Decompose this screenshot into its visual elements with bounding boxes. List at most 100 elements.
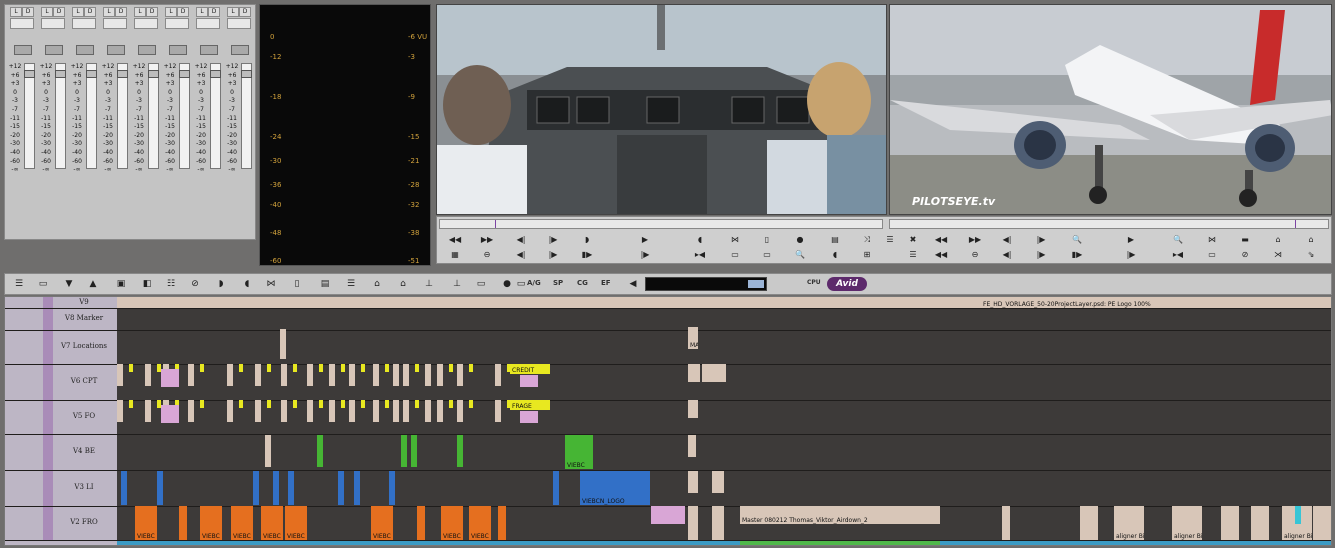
channel-display-button[interactable]: D <box>53 7 65 17</box>
v6-title-clip[interactable] <box>161 369 179 387</box>
v6-clip[interactable] <box>457 364 463 386</box>
monitor-control-icon[interactable]: ● <box>792 235 808 245</box>
v2-clip[interactable]: VIEBC <box>285 506 307 540</box>
v5-clip[interactable] <box>349 400 355 422</box>
v6-marker-clip[interactable] <box>129 364 133 372</box>
channel-display-button[interactable]: D <box>84 7 96 17</box>
v2-clip[interactable] <box>417 506 425 540</box>
v2-aligner-clip[interactable]: aligner Bin <box>1172 506 1202 540</box>
monitor-control-icon[interactable]: ◖ <box>692 235 708 245</box>
v5-clip[interactable] <box>425 400 431 422</box>
v2-clip[interactable]: VIEBC <box>469 506 491 540</box>
source-position-indicator[interactable] <box>495 220 496 228</box>
channel-fader[interactable] <box>24 63 35 169</box>
record-monitor[interactable]: PILOTSEYE.tv <box>889 4 1332 215</box>
v2-clip[interactable] <box>179 506 187 540</box>
v2-master-clip[interactable]: Master 080212 Thomas_Viktor_Airdown_2 <box>740 506 940 524</box>
v5-marker-clip[interactable] <box>319 400 323 408</box>
timeline-zoom-handle[interactable] <box>748 280 764 288</box>
v5-marker-clip[interactable] <box>415 400 419 408</box>
timeline-scroll-display[interactable] <box>645 277 767 291</box>
fader-knob[interactable] <box>148 70 159 78</box>
v2-clip[interactable]: VIEBC <box>231 506 253 540</box>
v6-marker-clip[interactable] <box>200 364 204 372</box>
v6-marker-clip[interactable] <box>293 364 297 372</box>
channel-solo-button[interactable] <box>14 45 32 55</box>
v5-clip[interactable] <box>495 400 501 422</box>
timeline-tool-icon[interactable]: ☰ <box>343 278 359 290</box>
monitor-control-icon[interactable]: ◀| <box>999 250 1015 260</box>
track-select-button[interactable] <box>43 506 53 540</box>
monitor-control-icon[interactable]: 🔍 <box>1069 235 1085 245</box>
v4-clip[interactable] <box>457 435 463 467</box>
channel-fader[interactable] <box>117 63 128 169</box>
channel-fader[interactable] <box>148 63 159 169</box>
track-select-button[interactable] <box>43 330 53 364</box>
v2-clip[interactable]: VIEBC <box>371 506 393 540</box>
track-select-button[interactable] <box>43 470 53 506</box>
channel-solo-button[interactable] <box>200 45 218 55</box>
monitor-control-icon[interactable]: ⌂ <box>1303 235 1319 245</box>
v3-ma-clip[interactable] <box>712 471 724 493</box>
channel-solo-button[interactable] <box>107 45 125 55</box>
timeline-tool-icon[interactable]: ◖ <box>239 278 255 290</box>
channel-display-button[interactable]: D <box>22 7 34 17</box>
v2-clip[interactable]: VIEBC <box>200 506 222 540</box>
channel-solo-button[interactable] <box>169 45 187 55</box>
record-position-bar[interactable] <box>889 219 1329 229</box>
channel-pan-field[interactable] <box>72 18 96 29</box>
v2-title-clip[interactable] <box>651 506 685 524</box>
monitor-control-icon[interactable]: ▯ <box>759 235 775 245</box>
track-name[interactable]: V9 <box>55 298 113 306</box>
v3-clip[interactable] <box>338 471 344 505</box>
v5-clip[interactable] <box>281 400 287 422</box>
monitor-control-icon[interactable]: |▶ <box>1123 250 1139 260</box>
channel-fader[interactable] <box>210 63 221 169</box>
channel-fader[interactable] <box>179 63 190 169</box>
v6-marker-clip[interactable] <box>239 364 243 372</box>
v6-clip[interactable] <box>307 364 313 386</box>
monitor-control-icon[interactable]: |▶ <box>1033 250 1049 260</box>
timeline-tool-icon[interactable]: ▣ <box>113 278 129 290</box>
v5-clip[interactable] <box>437 400 443 422</box>
channel-display-button[interactable]: D <box>115 7 127 17</box>
channel-fader[interactable] <box>241 63 252 169</box>
channel-solo-button[interactable] <box>138 45 156 55</box>
v5-clip[interactable] <box>373 400 379 422</box>
monitor-control-icon[interactable]: ▸◀ <box>1170 250 1186 260</box>
channel-lock-button[interactable]: L <box>41 7 53 17</box>
v5-marker-clip[interactable] <box>129 400 133 408</box>
v3-clip[interactable] <box>553 471 559 505</box>
v5-ma-clip[interactable] <box>688 400 698 418</box>
track-select-button[interactable] <box>43 297 53 308</box>
v5-marker-clip[interactable] <box>200 400 204 408</box>
v4-clip[interactable] <box>411 435 417 467</box>
v6-marker-clip[interactable] <box>341 364 345 372</box>
track-name[interactable]: V6 CPT <box>55 377 113 385</box>
monitor-control-icon[interactable]: ⌂ <box>1270 235 1286 245</box>
v6-ma-clip[interactable] <box>688 364 700 382</box>
channel-pan-field[interactable] <box>134 18 158 29</box>
track-name[interactable]: V2 FRO <box>55 518 113 526</box>
v6-marker-clip[interactable] <box>469 364 473 372</box>
channel-solo-button[interactable] <box>76 45 94 55</box>
v6-clip[interactable] <box>117 364 123 386</box>
monitor-control-icon[interactable]: |▶ <box>545 250 561 260</box>
timeline-tool-icon[interactable]: ◧ <box>139 278 155 290</box>
v2-clip[interactable]: VIEBC <box>261 506 283 540</box>
fader-knob[interactable] <box>117 70 128 78</box>
v2-clip[interactable]: VIEBC <box>441 506 463 540</box>
monitor-control-icon[interactable]: ▶ <box>637 235 653 245</box>
v6-marker-clip[interactable] <box>385 364 389 372</box>
channel-lock-button[interactable]: L <box>134 7 146 17</box>
monitor-control-icon[interactable]: ◀| <box>999 235 1015 245</box>
channel-lock-button[interactable]: L <box>196 7 208 17</box>
monitor-control-icon[interactable]: ⤨ <box>859 235 875 245</box>
v5-clip[interactable] <box>393 400 399 422</box>
fader-knob[interactable] <box>210 70 221 78</box>
v6-clip[interactable] <box>145 364 151 386</box>
timeline-tool-icon[interactable]: ◀ <box>625 278 641 290</box>
timeline-tool-icon[interactable]: ▭ <box>473 278 489 290</box>
v5-clip[interactable] <box>227 400 233 422</box>
monitor-control-icon[interactable]: ▤ <box>827 235 843 245</box>
